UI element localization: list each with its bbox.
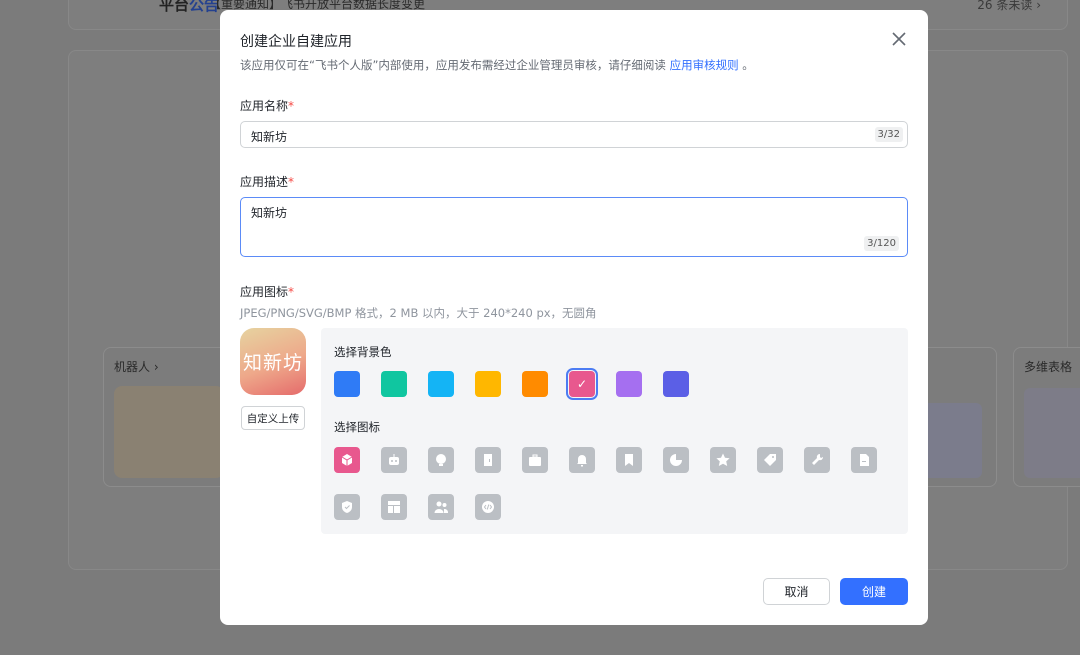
icon-option-users[interactable] — [428, 494, 454, 520]
color-swatch[interactable] — [381, 371, 407, 397]
wrench-icon — [812, 453, 824, 465]
shield-check-icon — [342, 501, 352, 513]
bitable-feature-card[interactable]: 多维表格 — [1013, 347, 1080, 487]
color-swatch[interactable]: ✓ — [566, 368, 598, 400]
review-rules-link[interactable]: 应用审核规则 — [670, 58, 739, 72]
icon-picker-panel: 选择背景色 ✓ 选择图标 — [321, 328, 908, 534]
icon-select-label: 选择图标 — [334, 420, 380, 434]
color-swatch[interactable] — [663, 371, 689, 397]
app-name-input[interactable]: 知新坊 3/32 — [240, 121, 908, 148]
icon-option-bell[interactable] — [569, 447, 595, 473]
dialog-subtitle: 该应用仅可在“飞书个人版”内部使用，应用发布需经过企业管理员审核，请仔细阅读 应… — [240, 58, 754, 72]
layout-icon — [388, 501, 400, 513]
feature-card[interactable] — [892, 347, 997, 487]
cancel-button[interactable]: 取消 — [763, 578, 830, 605]
custom-upload-button[interactable]: 自定义上传 — [241, 406, 305, 430]
create-app-dialog: 创建企业自建应用 该应用仅可在“飞书个人版”内部使用，应用发布需经过企业管理员审… — [220, 10, 928, 625]
check-icon: ✓ — [576, 377, 588, 391]
icon-option-door[interactable] — [475, 447, 501, 473]
bg-color-label: 选择背景色 — [334, 345, 392, 359]
icon-option-tag[interactable] — [757, 447, 783, 473]
color-swatch[interactable] — [616, 371, 642, 397]
icon-option-briefcase[interactable] — [522, 447, 548, 473]
icon-option-code[interactable] — [475, 494, 501, 520]
icon-option-robot[interactable] — [381, 447, 407, 473]
icon-option-wrench[interactable] — [804, 447, 830, 473]
color-swatch[interactable] — [522, 371, 548, 397]
icon-option-layout[interactable] — [381, 494, 407, 520]
bell-icon — [577, 455, 587, 467]
bookmark-check-icon — [625, 454, 633, 466]
create-button[interactable]: 创建 — [840, 578, 908, 605]
cube-icon — [341, 454, 353, 466]
icon-option-lightbulb[interactable] — [428, 447, 454, 473]
char-count: 3/32 — [874, 127, 903, 142]
tag-icon — [764, 454, 776, 466]
app-desc-label: 应用描述* — [240, 175, 295, 189]
app-icon-label: 应用图标* — [240, 285, 295, 299]
card-title: 机器人 › — [114, 360, 159, 374]
color-swatch[interactable] — [475, 371, 501, 397]
robot-icon — [389, 454, 399, 465]
unread-count-link[interactable]: 26 条未读 › — [977, 0, 1041, 13]
briefcase-icon — [529, 454, 541, 466]
dialog-title: 创建企业自建应用 — [240, 34, 352, 50]
star-icon — [716, 453, 730, 466]
app-desc-textarea[interactable]: 知新坊 3/120 — [240, 197, 908, 257]
app-name-label: 应用名称* — [240, 99, 295, 113]
color-swatch[interactable] — [428, 371, 454, 397]
icon-format-hint: JPEG/PNG/SVG/BMP 格式，2 MB 以内，大于 240*240 p… — [240, 306, 597, 320]
code-icon — [482, 501, 494, 513]
card-illustration — [1024, 388, 1080, 478]
app-icon-preview: 知新坊 — [240, 328, 306, 395]
door-icon — [484, 454, 492, 466]
card-title: 多维表格 — [1024, 360, 1073, 374]
icon-option-bookmark-check[interactable] — [616, 447, 642, 473]
document-icon — [860, 454, 869, 466]
char-count: 3/120 — [864, 236, 899, 251]
icon-option-star[interactable] — [710, 447, 736, 473]
icon-option-cube[interactable] — [334, 447, 360, 473]
close-icon[interactable] — [890, 30, 908, 48]
color-swatch[interactable] — [334, 371, 360, 397]
icon-option-document[interactable] — [851, 447, 877, 473]
icon-option-shield-check[interactable] — [334, 494, 360, 520]
lightbulb-icon — [436, 454, 446, 466]
icon-option-pie-chart[interactable] — [663, 447, 689, 473]
card-illustration — [114, 386, 224, 478]
pie-chart-icon — [670, 454, 682, 466]
users-icon — [434, 501, 449, 513]
